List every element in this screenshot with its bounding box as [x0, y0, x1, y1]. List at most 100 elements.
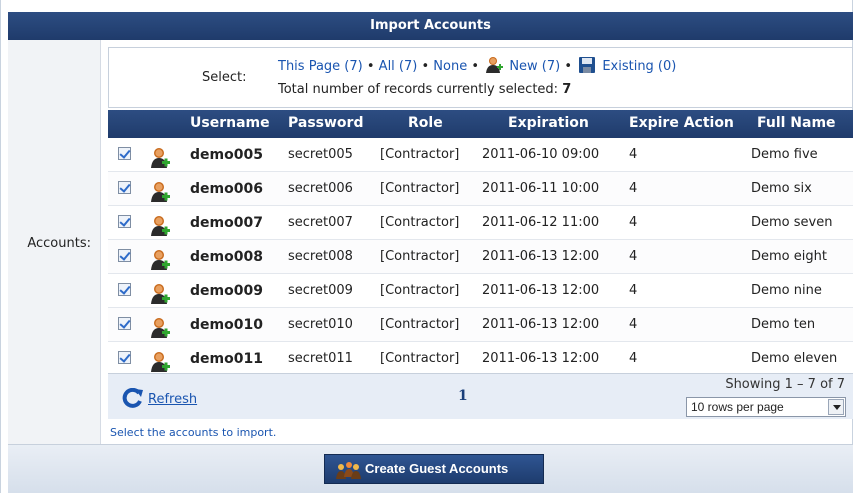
chevron-down-icon[interactable] — [828, 399, 844, 415]
refresh-label: Refresh — [148, 392, 198, 407]
expiration-cell: 2011-06-11 10:00 — [482, 181, 600, 196]
selected-total-count: 7 — [562, 82, 572, 97]
role-cell: [Contractor] — [380, 249, 460, 264]
password-cell: secret007 — [288, 215, 353, 230]
password-cell: secret005 — [288, 147, 353, 162]
full-name-cell: Demo nine — [751, 283, 822, 298]
expire-action-cell: 4 — [629, 317, 638, 332]
accounts-table: Username Password Role Expiration Expire… — [108, 110, 853, 376]
table-row: demo006 secret006 [Contractor] 2011-06-11 1… — [108, 172, 853, 206]
username-cell: demo009 — [190, 283, 263, 299]
username-cell: demo010 — [190, 317, 263, 333]
table-row: demo008 secret008 [Contractor] 2011-06-13 1… — [108, 240, 853, 274]
row-checkbox[interactable] — [118, 249, 131, 262]
select-none-link[interactable]: None — [433, 59, 467, 74]
username-cell: demo006 — [190, 181, 263, 197]
password-cell: secret006 — [288, 181, 353, 196]
password-cell: secret008 — [288, 249, 353, 264]
separator: • — [471, 59, 480, 74]
column-header-expire-action[interactable]: Expire Action — [629, 115, 734, 131]
expiration-cell: 2011-06-13 12:00 — [482, 283, 600, 298]
showing-count: Showing 1 – 7 of 7 — [725, 377, 845, 392]
expire-action-cell: 4 — [629, 283, 638, 298]
separator: • — [564, 59, 573, 74]
username-cell: demo008 — [190, 249, 263, 265]
table-header: Username Password Role Expiration Expire… — [108, 110, 853, 138]
action-bar: Create Guest Accounts — [8, 444, 853, 493]
table-row: demo011 secret011 [Contractor] 2011-06-13 1… — [108, 342, 853, 376]
import-hint: Select the accounts to import. — [110, 426, 277, 439]
full-name-cell: Demo six — [751, 181, 812, 196]
expire-action-cell: 4 — [629, 181, 638, 196]
column-header-full-name[interactable]: Full Name — [757, 115, 836, 131]
user-new-icon — [149, 147, 171, 173]
select-this-page-link[interactable]: This Page (7) — [278, 59, 363, 74]
rows-per-page-select[interactable]: 10 rows per page — [686, 397, 846, 417]
select-label: Select: — [202, 70, 247, 85]
user-new-icon — [149, 283, 171, 309]
floppy-disk-icon — [578, 56, 596, 78]
role-cell: [Contractor] — [380, 317, 460, 332]
expiration-cell: 2011-06-13 12:00 — [482, 351, 600, 366]
rows-per-page-value: 10 rows per page — [691, 400, 784, 414]
row-checkbox[interactable] — [118, 351, 131, 364]
expire-action-cell: 4 — [629, 215, 638, 230]
password-cell: secret011 — [288, 351, 353, 366]
table-footer: Refresh 1 Showing 1 – 7 of 7 10 rows per… — [108, 373, 853, 419]
username-cell: demo011 — [190, 351, 263, 367]
username-cell: demo005 — [190, 147, 263, 163]
selected-total-label: Total number of records currently select… — [278, 82, 559, 97]
row-checkbox[interactable] — [118, 283, 131, 296]
separator: • — [421, 59, 430, 74]
column-header-role[interactable]: Role — [408, 115, 443, 131]
role-cell: [Contractor] — [380, 351, 460, 366]
role-cell: [Contractor] — [380, 283, 460, 298]
selection-links: This Page (7) • All (7) • None • New (7)… — [278, 56, 676, 78]
full-name-cell: Demo five — [751, 147, 818, 162]
expiration-cell: 2011-06-13 12:00 — [482, 249, 600, 264]
password-cell: secret010 — [288, 317, 353, 332]
table-row: demo010 secret010 [Contractor] 2011-06-13 1… — [108, 308, 853, 342]
full-name-cell: Demo eleven — [751, 351, 838, 366]
expiration-cell: 2011-06-13 12:00 — [482, 317, 600, 332]
role-cell: [Contractor] — [380, 181, 460, 196]
table-row: demo007 secret007 [Contractor] 2011-06-12 1… — [108, 206, 853, 240]
select-new-link[interactable]: New (7) — [509, 59, 560, 74]
row-checkbox[interactable] — [118, 147, 131, 160]
role-cell: [Contractor] — [380, 147, 460, 162]
full-name-cell: Demo eight — [751, 249, 827, 264]
username-cell: demo007 — [190, 215, 263, 231]
user-new-icon — [485, 56, 504, 78]
expire-action-cell: 4 — [629, 249, 638, 264]
page-title: Import Accounts — [8, 12, 853, 40]
expiration-cell: 2011-06-12 11:00 — [482, 215, 600, 230]
page-number[interactable]: 1 — [458, 388, 468, 404]
user-new-icon — [149, 215, 171, 241]
expire-action-cell: 4 — [629, 147, 638, 162]
user-new-icon — [149, 181, 171, 207]
select-existing-link[interactable]: Existing (0) — [602, 59, 676, 74]
table-row: demo005 secret005 [Contractor] 2011-06-10 0… — [108, 138, 853, 172]
create-accounts-icon — [336, 462, 361, 479]
column-header-password[interactable]: Password — [288, 115, 363, 131]
expiration-cell: 2011-06-10 09:00 — [482, 147, 600, 162]
create-guest-accounts-button[interactable]: Create Guest Accounts — [324, 454, 544, 484]
refresh-button[interactable]: Refresh — [122, 387, 198, 408]
column-header-expiration[interactable]: Expiration — [508, 115, 589, 131]
selection-panel: Select: This Page (7) • All (7) • None •… — [108, 47, 853, 108]
user-new-icon — [149, 249, 171, 275]
row-checkbox[interactable] — [118, 181, 131, 194]
refresh-icon — [122, 387, 143, 408]
full-name-cell: Demo seven — [751, 215, 833, 230]
password-cell: secret009 — [288, 283, 353, 298]
column-header-username[interactable]: Username — [190, 115, 270, 131]
accounts-label: Accounts: — [27, 236, 91, 251]
row-checkbox[interactable] — [118, 317, 131, 330]
separator: • — [366, 59, 375, 74]
accounts-label-cell: Accounts: — [8, 40, 101, 444]
user-new-icon — [149, 317, 171, 343]
select-all-link[interactable]: All (7) — [379, 59, 418, 74]
create-guest-accounts-label: Create Guest Accounts — [365, 461, 509, 476]
table-row: demo009 secret009 [Contractor] 2011-06-13 1… — [108, 274, 853, 308]
row-checkbox[interactable] — [118, 215, 131, 228]
